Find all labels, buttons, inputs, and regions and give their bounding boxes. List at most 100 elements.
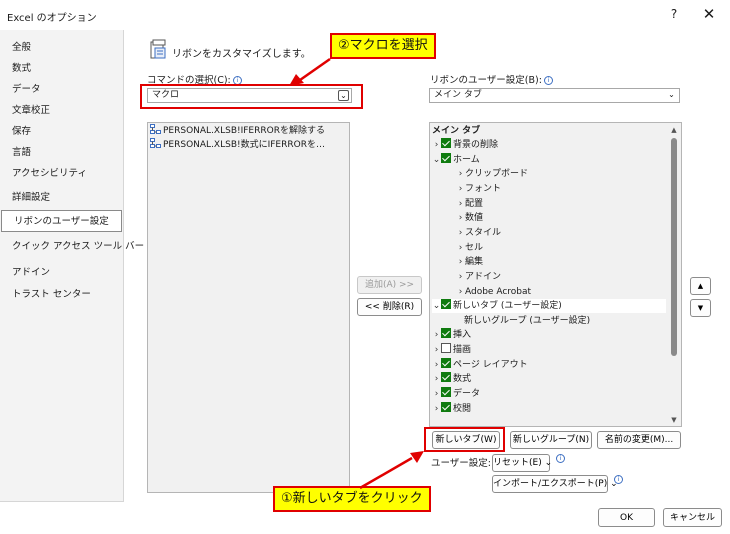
chevron-right-icon[interactable]: › xyxy=(456,241,465,255)
info-icon[interactable]: i xyxy=(556,454,565,463)
info-icon[interactable]: i xyxy=(614,475,623,484)
sidebar-item-proofing[interactable]: 文章校正 xyxy=(0,100,122,122)
remove-button[interactable]: << 削除(R) xyxy=(357,298,422,316)
checkbox[interactable] xyxy=(441,387,451,398)
tree-item-label: アドイン xyxy=(465,271,502,282)
chevron-right-icon[interactable]: › xyxy=(432,328,441,342)
window-title: Excel のオプション xyxy=(7,13,97,24)
tree-item[interactable]: › ページ レイアウト xyxy=(432,357,666,372)
commands-list[interactable]: PERSONAL.XLSB!IFERRORを解除する PERSONAL.XLSB… xyxy=(147,122,350,493)
tree-item[interactable]: › データ xyxy=(432,387,666,401)
title-bar: Excel のオプション ? ✕ xyxy=(0,0,730,30)
move-up-button[interactable]: ▲ xyxy=(690,277,711,295)
page-title: リボンをカスタマイズします。 xyxy=(172,49,311,60)
sidebar-item-quick-access-toolbar[interactable]: クイック アクセス ツール バー xyxy=(0,236,144,258)
chevron-right-icon[interactable]: › xyxy=(432,343,441,357)
tree-item[interactable]: › フォント xyxy=(456,182,666,196)
tree-item-label: スタイル xyxy=(465,227,502,238)
list-item[interactable]: PERSONAL.XLSB!IFERRORを解除する xyxy=(150,124,325,138)
reset-dropdown-button[interactable]: リセット(E) ⌄ xyxy=(492,454,552,472)
sidebar-item-trust-center[interactable]: トラスト センター xyxy=(0,284,122,306)
scroll-up-icon[interactable]: ▲ xyxy=(668,124,680,136)
tree-item[interactable]: 新しいグループ (ユーザー設定) xyxy=(464,314,666,328)
tree-item-label: 数値 xyxy=(465,213,484,224)
tree-item[interactable]: › 配置 xyxy=(456,197,666,211)
options-sidebar: 全般 数式 データ 文章校正 保存 言語 アクセシビリティ 詳細設定 リボンのユ… xyxy=(0,30,144,502)
list-item[interactable]: PERSONAL.XLSB!数式にIFERRORを… xyxy=(150,138,325,152)
rename-button[interactable]: 名前の変更(M)... xyxy=(597,431,681,449)
tree-item[interactable]: › セル xyxy=(456,241,666,255)
checkbox[interactable] xyxy=(441,328,451,339)
tree-item-label: 配置 xyxy=(465,198,484,209)
tree-scrollbar[interactable]: ▲ ▼ xyxy=(668,124,680,426)
scroll-down-icon[interactable]: ▼ xyxy=(668,414,680,426)
arrowhead-new-tab xyxy=(410,451,424,463)
chevron-down-icon[interactable]: ⌄ xyxy=(432,299,441,313)
tree-item[interactable]: › 数値 xyxy=(456,211,666,225)
checkbox[interactable] xyxy=(441,372,451,383)
tree-item-label: ページ レイアウト xyxy=(453,359,528,370)
chevron-right-icon[interactable]: › xyxy=(456,226,465,240)
close-icon[interactable]: ✕ xyxy=(701,5,717,23)
sidebar-item-addins[interactable]: アドイン xyxy=(0,262,122,284)
chevron-right-icon[interactable]: › xyxy=(432,402,441,416)
chevron-right-icon[interactable]: › xyxy=(456,211,465,225)
tree-item[interactable]: › 描画 xyxy=(432,343,666,357)
chevron-right-icon[interactable]: › xyxy=(432,358,441,372)
highlight-box-new-tab xyxy=(424,427,505,452)
tree-item-label: 背景の削除 xyxy=(453,140,499,150)
tree-item-label: Adobe Acrobat xyxy=(465,286,532,297)
sidebar-item-accessibility[interactable]: アクセシビリティ xyxy=(0,163,122,185)
question-mark-icon[interactable]: ? xyxy=(667,7,681,23)
chevron-right-icon[interactable]: › xyxy=(456,197,465,211)
sidebar-item-general[interactable]: 全般 xyxy=(0,37,122,59)
chevron-right-icon[interactable]: › xyxy=(456,182,465,196)
tree-item-label: クリップボード xyxy=(465,169,529,180)
info-icon[interactable]: i xyxy=(543,76,553,85)
tree-item[interactable]: › 編集 xyxy=(456,255,666,269)
sidebar-item-save[interactable]: 保存 xyxy=(0,121,122,143)
checkbox[interactable] xyxy=(441,138,451,148)
checkbox[interactable] xyxy=(441,401,451,412)
add-button[interactable]: 追加(A) >> xyxy=(357,276,422,294)
checkbox[interactable] xyxy=(441,299,451,310)
sidebar-item-customize-ribbon[interactable]: リボンのユーザー設定 xyxy=(1,210,122,232)
customize-ribbon-dropdown[interactable]: メイン タブ ⌄ xyxy=(429,88,680,103)
chevron-right-icon[interactable]: › xyxy=(456,285,465,299)
sidebar-item-language[interactable]: 言語 xyxy=(0,142,122,164)
tree-item[interactable]: › スタイル xyxy=(456,226,666,240)
chevron-right-icon[interactable]: › xyxy=(432,387,441,401)
move-down-button[interactable]: ▼ xyxy=(690,299,711,317)
checkbox[interactable] xyxy=(441,152,451,163)
tree-item[interactable]: › Adobe Acrobat xyxy=(456,285,666,299)
tree-item[interactable]: › アドイン xyxy=(456,270,666,284)
tree-item[interactable]: › 背景の削除 xyxy=(432,138,666,152)
cancel-button[interactable]: キャンセル xyxy=(663,508,722,527)
callout-click-new-tab: ①新しいタブをクリック xyxy=(273,486,431,512)
sidebar-item-data[interactable]: データ xyxy=(0,79,122,101)
tree-item[interactable]: ⌄ ホーム xyxy=(432,152,666,167)
chevron-right-icon[interactable]: › xyxy=(432,372,441,386)
tree-item[interactable]: ⌄ 新しいタブ (ユーザー設定) xyxy=(432,299,666,314)
chevron-down-icon[interactable]: ⌄ xyxy=(432,153,441,167)
scrollbar-thumb[interactable] xyxy=(671,138,677,356)
checkbox[interactable] xyxy=(441,343,451,354)
customizations-label: ユーザー設定: xyxy=(431,458,492,469)
chevron-right-icon[interactable]: › xyxy=(456,270,465,284)
tree-item[interactable]: › 挿入 xyxy=(432,328,666,342)
checkbox[interactable] xyxy=(441,357,451,368)
tree-item-label: 校閲 xyxy=(453,403,472,414)
new-group-button[interactable]: 新しいグループ(N) xyxy=(510,431,592,449)
sidebar-item-formulas[interactable]: 数式 xyxy=(0,58,122,80)
ribbon-tabs-tree[interactable]: メイン タブ › 背景の削除 ⌄ ホーム › クリップボード › フォント › 配置 › 数値 › スタイ… xyxy=(429,122,682,427)
sidebar-item-advanced[interactable]: 詳細設定 xyxy=(0,187,122,209)
tree-item[interactable]: › 数式 xyxy=(432,372,666,386)
tree-item[interactable]: › 校閲 xyxy=(432,401,666,416)
chevron-right-icon[interactable]: › xyxy=(456,255,465,269)
chevron-right-icon[interactable]: › xyxy=(432,138,441,152)
chevron-right-icon[interactable]: › xyxy=(456,167,465,181)
import-export-dropdown-button[interactable]: インポート/エクスポート(P) ⌄ xyxy=(492,475,618,493)
ok-button[interactable]: OK xyxy=(598,508,655,527)
tree-item-label: ホーム xyxy=(453,154,480,165)
tree-item[interactable]: › クリップボード xyxy=(456,167,666,181)
